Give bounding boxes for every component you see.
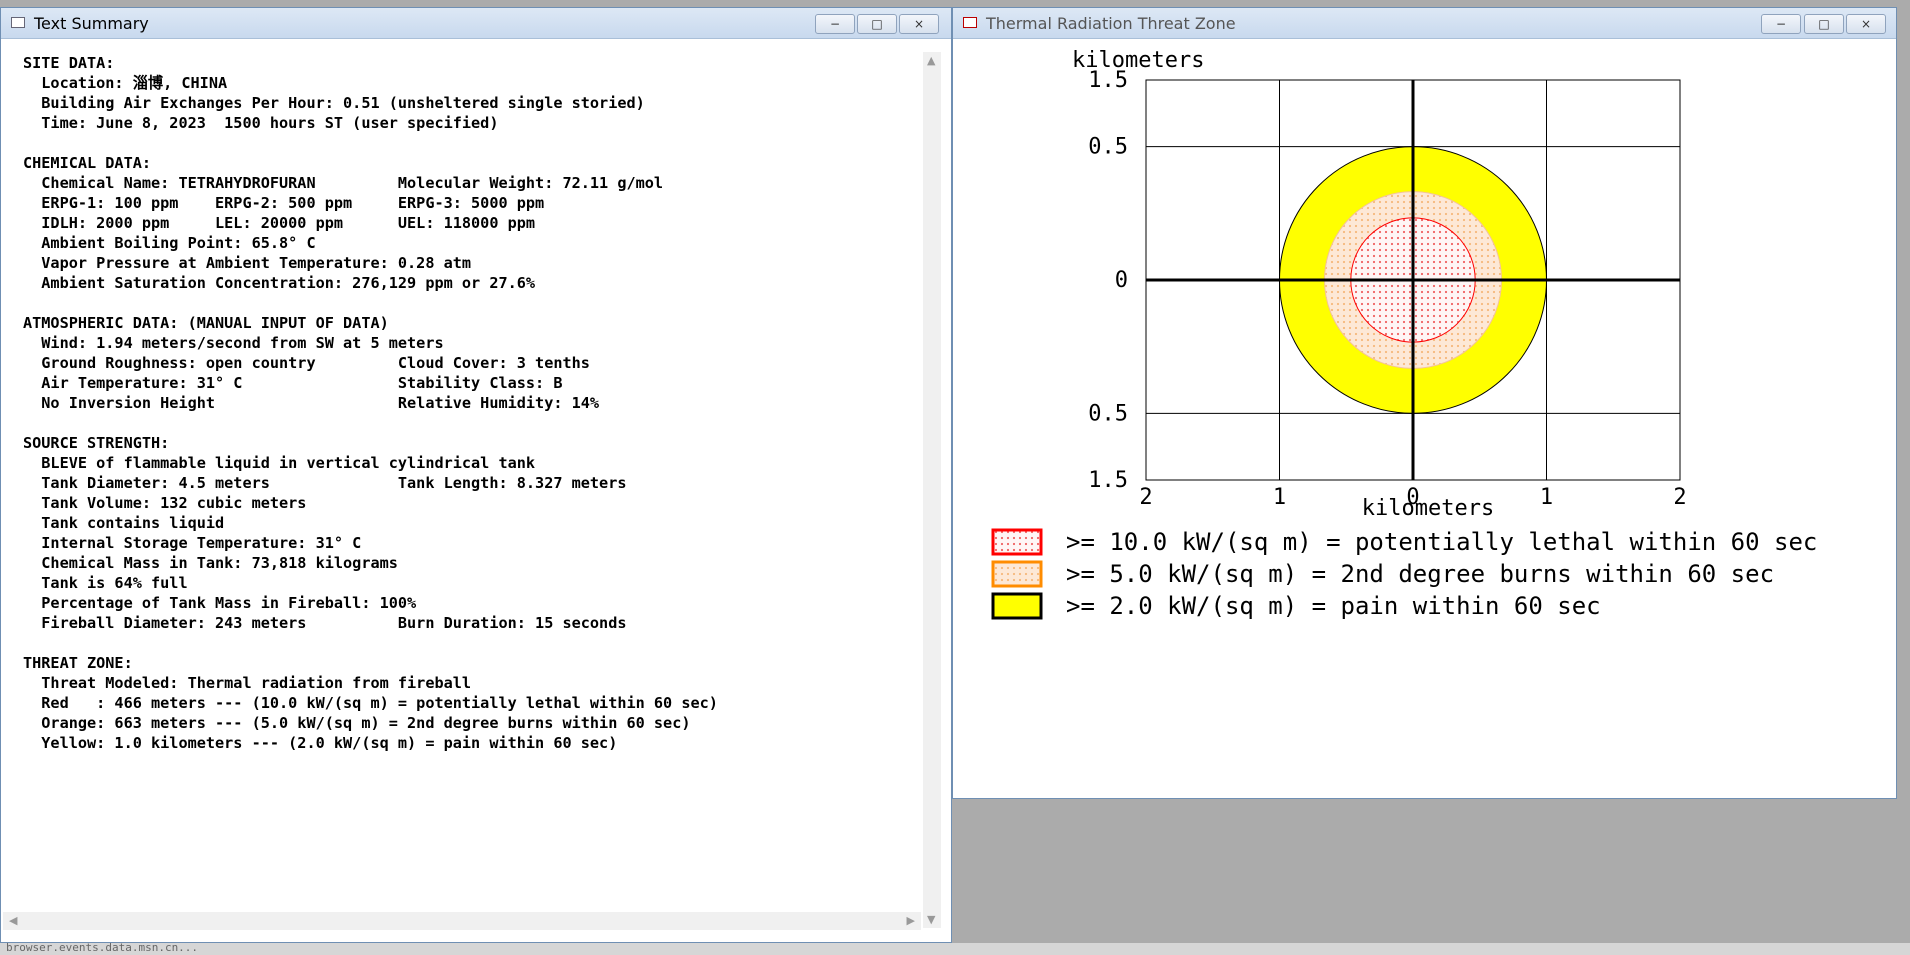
summary-line: Internal Storage Temperature: 31° C xyxy=(23,534,362,552)
summary-line: Orange: 663 meters --- (5.0 kW/(sq m) = … xyxy=(23,714,691,732)
scroll-left-icon[interactable]: ◀ xyxy=(9,915,17,926)
app-icon xyxy=(963,17,977,28)
threat-zone-titlebar[interactable]: Thermal Radiation Threat Zone − □ × xyxy=(953,8,1896,39)
y-axis-label: kilometers xyxy=(1072,48,1204,73)
summary-line: Tank Volume: 132 cubic meters xyxy=(23,494,307,512)
legend-swatch-red xyxy=(991,528,1043,556)
summary-text: SITE DATA: Location: 淄博, CHINA Building … xyxy=(23,53,913,913)
minimize-button[interactable]: − xyxy=(815,14,855,34)
summary-line: CHEMICAL DATA: xyxy=(23,154,152,172)
summary-line: Location: 淄博, CHINA xyxy=(23,74,228,92)
summary-line: ATMOSPHERIC DATA: (MANUAL INPUT OF DATA) xyxy=(23,314,389,332)
y-tick-label: 0.5 xyxy=(1088,135,1128,160)
status-text: browser.events.data.msn.cn... xyxy=(6,941,199,954)
app-icon xyxy=(11,17,25,28)
x-tick-label: 1 xyxy=(1273,485,1286,510)
summary-line: Air Temperature: 31° C Stability Class: … xyxy=(23,374,563,392)
window-title: Thermal Radiation Threat Zone xyxy=(986,14,1236,33)
summary-line: Threat Modeled: Thermal radiation from f… xyxy=(23,674,472,692)
summary-line xyxy=(23,413,913,433)
summary-line: Red : 466 meters --- (10.0 kW/(sq m) = p… xyxy=(23,694,718,712)
summary-line: Tank Diameter: 4.5 meters Tank Length: 8… xyxy=(23,474,627,492)
summary-line: SOURCE STRENGTH: xyxy=(23,434,170,452)
x-axis-label: kilometers xyxy=(1362,496,1494,521)
horizontal-scrollbar[interactable]: ◀ ▶ xyxy=(3,912,921,930)
summary-line: Chemical Mass in Tank: 73,818 kilograms xyxy=(23,554,398,572)
threat-zone-canvas: 1.5 0.5 0 0.5 1.5 2 1 0 1 2 kilometers kilometers >… xyxy=(963,43,1886,789)
x-tick-label: 2 xyxy=(1673,485,1686,510)
scroll-right-icon[interactable]: ▶ xyxy=(907,915,915,926)
summary-line xyxy=(23,293,913,313)
scroll-up-icon[interactable]: ▲ xyxy=(927,55,935,66)
text-summary-titlebar[interactable]: Text Summary − □ × xyxy=(1,8,951,39)
vertical-scrollbar[interactable]: ▲ ▼ xyxy=(923,52,941,928)
summary-line xyxy=(23,133,913,153)
summary-line: Ambient Saturation Concentration: 276,12… xyxy=(23,274,536,292)
y-tick-label: 0 xyxy=(1115,268,1128,293)
minimize-button[interactable]: − xyxy=(1761,14,1801,34)
x-tick-label: 1 xyxy=(1540,485,1553,510)
y-tick-label: 1.5 xyxy=(1088,468,1128,493)
close-button[interactable]: × xyxy=(899,14,939,34)
summary-line: No Inversion Height Relative Humidity: 1… xyxy=(23,394,600,412)
summary-line: Building Air Exchanges Per Hour: 0.51 (u… xyxy=(23,94,645,112)
summary-line: Wind: 1.94 meters/second from SW at 5 me… xyxy=(23,334,444,352)
summary-line: Tank is 64% full xyxy=(23,574,188,592)
summary-line: Percentage of Tank Mass in Fireball: 100… xyxy=(23,594,417,612)
legend-swatch-yellow xyxy=(991,592,1043,620)
maximize-button[interactable]: □ xyxy=(1804,14,1844,34)
legend-swatch-orange xyxy=(991,560,1043,588)
summary-line: Ground Roughness: open country Cloud Cov… xyxy=(23,354,590,372)
status-bar: browser.events.data.msn.cn... xyxy=(0,941,1910,955)
summary-line: ERPG-1: 100 ppm ERPG-2: 500 ppm ERPG-3: … xyxy=(23,194,545,212)
summary-line: Chemical Name: TETRAHYDROFURAN Molecular… xyxy=(23,174,664,192)
threat-zone-chart: 1.50.500.51.52 1 0 1 2kilometerskilometers >… xyxy=(991,48,1817,620)
scroll-down-icon[interactable]: ▼ xyxy=(927,914,935,925)
y-tick-label: 0.5 xyxy=(1088,401,1128,426)
summary-line: Vapor Pressure at Ambient Temperature: 0… xyxy=(23,254,472,272)
legend-label: >= 5.0 kW/(sq m) = 2nd degree burns with… xyxy=(1066,560,1774,588)
summary-line xyxy=(23,633,913,653)
summary-line: BLEVE of flammable liquid in vertical cy… xyxy=(23,454,536,472)
window-title: Text Summary xyxy=(34,14,149,33)
summary-line: Ambient Boiling Point: 65.8° C xyxy=(23,234,316,252)
summary-line: Time: June 8, 2023 1500 hours ST (user s… xyxy=(23,114,499,132)
summary-line: Yellow: 1.0 kilometers --- (2.0 kW/(sq m… xyxy=(23,734,618,752)
x-tick-label: 2 xyxy=(1139,485,1152,510)
legend-label: >= 10.0 kW/(sq m) = potentially lethal w… xyxy=(1066,528,1817,556)
summary-line: SITE DATA: xyxy=(23,54,115,72)
summary-line: IDLH: 2000 ppm LEL: 20000 ppm UEL: 11800… xyxy=(23,214,536,232)
summary-line: Tank contains liquid xyxy=(23,514,225,532)
summary-line: THREAT ZONE: xyxy=(23,654,133,672)
close-button[interactable]: × xyxy=(1846,14,1886,34)
maximize-button[interactable]: □ xyxy=(857,14,897,34)
legend-label: >= 2.0 kW/(sq m) = pain within 60 sec xyxy=(1066,592,1601,620)
text-summary-window: Text Summary − □ × SITE DATA: Location: … xyxy=(0,7,952,943)
threat-zone-window: Thermal Radiation Threat Zone − □ × 1.5 0… xyxy=(952,7,1897,799)
summary-line: Fireball Diameter: 243 meters Burn Durat… xyxy=(23,614,627,632)
